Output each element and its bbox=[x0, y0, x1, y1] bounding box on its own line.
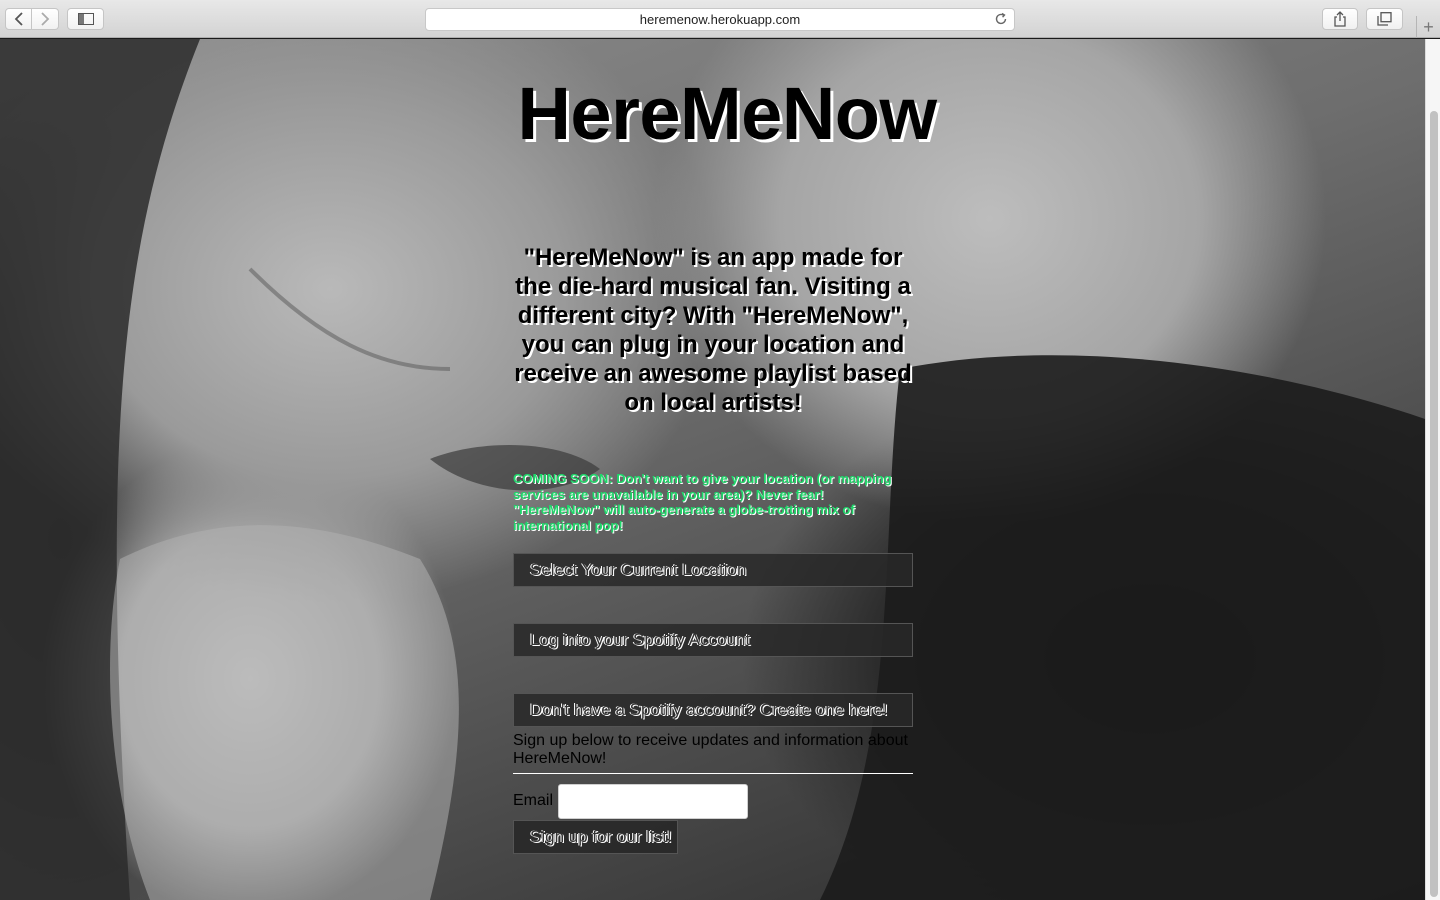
spotify-login-button[interactable]: Log into your Spotify Account bbox=[513, 623, 913, 657]
url-text: heremenow.herokuapp.com bbox=[639, 12, 801, 27]
reload-icon[interactable] bbox=[994, 12, 1008, 26]
share-button[interactable] bbox=[1322, 8, 1358, 30]
back-button[interactable] bbox=[5, 8, 32, 30]
sidebar-button[interactable] bbox=[67, 8, 104, 30]
share-icon bbox=[1334, 11, 1346, 27]
divider bbox=[513, 773, 913, 774]
scrollbar-thumb[interactable] bbox=[1430, 111, 1438, 897]
site-title: HereMeNow bbox=[517, 72, 937, 155]
signup-description: Sign up below to receive updates and inf… bbox=[513, 732, 908, 767]
sidebar-icon bbox=[77, 13, 94, 25]
chevron-right-icon bbox=[41, 12, 50, 26]
tabs-overview-button[interactable] bbox=[1366, 8, 1403, 30]
new-tab-button[interactable]: + bbox=[1416, 16, 1440, 38]
email-field[interactable] bbox=[558, 784, 748, 819]
chevron-left-icon bbox=[14, 12, 23, 26]
browser-toolbar: heremenow.herokuapp.com + bbox=[0, 0, 1440, 38]
page-viewport: HereMeNow "HereMeNow" is an app made for… bbox=[0, 39, 1425, 900]
coming-soon-notice: COMING SOON: Don't want to give your loc… bbox=[513, 471, 892, 533]
forward-button[interactable] bbox=[32, 8, 59, 30]
spotify-create-account-button[interactable]: Don't have a Spotify account? Create one… bbox=[513, 693, 913, 727]
tabs-icon bbox=[1377, 12, 1392, 26]
address-bar[interactable]: heremenow.herokuapp.com bbox=[425, 8, 1015, 31]
email-label: Email bbox=[513, 792, 554, 809]
vertical-scrollbar[interactable] bbox=[1425, 39, 1440, 900]
intro-paragraph: "HereMeNow" is an app made for the die-h… bbox=[514, 244, 912, 416]
select-location-button[interactable]: Select Your Current Location bbox=[513, 553, 913, 587]
signup-submit-button[interactable]: Sign up for our list! bbox=[513, 820, 678, 854]
background-photo bbox=[0, 39, 1425, 900]
